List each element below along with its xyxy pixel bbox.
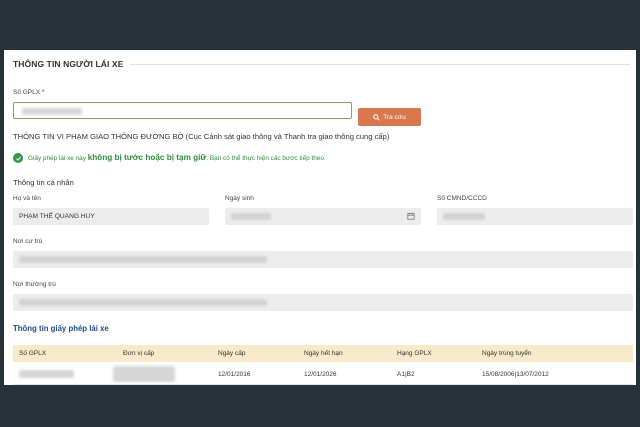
table-row: 12/01/2016 12/01/2026 A1|B2 15/08/2006|1… — [13, 365, 633, 383]
permanent-label: Nơi thường trú — [13, 281, 56, 288]
col-header-class: Hạng GPLX — [397, 350, 432, 357]
redacted-gplx-cell — [19, 370, 74, 378]
frame-bottom — [0, 385, 640, 427]
col-header-issuer: Đơn vị cấp — [123, 350, 155, 357]
pass-date-cell: 15/08/2006|13/07/2012 — [482, 371, 549, 378]
frame-top — [0, 0, 640, 50]
redacted-dob — [231, 213, 271, 220]
col-header-pass-date: Ngày trúng tuyển — [482, 350, 532, 357]
license-table-title: Thông tin giấy phép lái xe — [13, 324, 109, 333]
residence-label: Nơi cư trú — [13, 238, 43, 245]
name-label: Họ và tên — [13, 195, 41, 202]
personal-info-title: Thông tin cá nhân — [13, 178, 74, 187]
gplx-input[interactable] — [13, 102, 352, 119]
calendar-icon[interactable] — [407, 212, 415, 220]
col-header-expiry: Ngày hết hạn — [304, 350, 343, 357]
search-icon — [373, 113, 380, 121]
redacted-gplx-number — [22, 108, 82, 115]
section-divider — [130, 64, 630, 65]
col-header-issue-date: Ngày cấp — [218, 350, 246, 357]
expiry-date-cell: 12/01/2026 — [304, 371, 337, 378]
residence-field — [13, 251, 633, 268]
issue-date-cell: 12/01/2016 — [218, 371, 251, 378]
dob-field — [225, 208, 421, 225]
status-suffix: . Bạn có thể thực hiện các bước tiếp the… — [206, 155, 326, 162]
permanent-field — [13, 294, 633, 311]
redacted-residence — [19, 256, 267, 263]
id-label: Số CMND/CCCD — [437, 195, 487, 202]
check-circle-icon — [13, 153, 23, 163]
id-field — [437, 208, 633, 225]
redacted-issuer-cell — [113, 366, 175, 382]
status-prefix: Giấy phép lái xe này — [28, 155, 86, 162]
section-title: THÔNG TIN NGƯỜI LÁI XE — [13, 59, 124, 69]
search-button-label: Tra cứu — [383, 113, 406, 121]
license-table-header: Số GPLX Đơn vị cấp Ngày cấp Ngày hết hạn… — [13, 345, 633, 362]
class-cell: A1|B2 — [397, 371, 415, 378]
driver-info-panel: THÔNG TIN NGƯỜI LÁI XE Số GPLX * Tra cứu… — [4, 50, 636, 385]
redacted-id — [443, 213, 485, 220]
search-button[interactable]: Tra cứu — [358, 108, 421, 126]
status-emphasis: không bị tước hoặc bị tạm giữ — [87, 153, 207, 162]
violation-title: THÔNG TIN VI PHẠM GIAO THÔNG ĐƯỜNG BỘ (C… — [13, 132, 390, 141]
dob-label: Ngày sinh — [225, 195, 254, 202]
status-message: Giấy phép lái xe này không bị tước hoặc … — [28, 153, 326, 162]
name-field: PHẠM THẾ QUANG HUY — [13, 208, 209, 225]
gplx-label: Số GPLX * — [13, 89, 45, 96]
col-header-gplx: Số GPLX — [19, 350, 47, 357]
redacted-permanent — [19, 299, 267, 306]
